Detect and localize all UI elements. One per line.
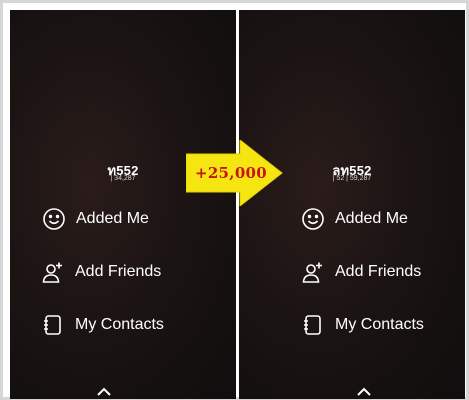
chevron-up-icon[interactable] — [356, 387, 372, 397]
score-increase-label: +25,000 — [194, 164, 268, 182]
add-friend-icon — [301, 260, 325, 284]
comparison-frame: ท552 | 34,287 Added Me Add Friends My Co… — [0, 0, 469, 400]
my-contacts-item[interactable]: My Contacts — [41, 312, 164, 338]
my-contacts-label: My Contacts — [75, 316, 164, 333]
added-me-item[interactable]: Added Me — [42, 206, 149, 232]
my-contacts-label: My Contacts — [335, 316, 424, 333]
my-contacts-item[interactable]: My Contacts — [301, 312, 424, 338]
added-me-label: Added Me — [335, 210, 408, 227]
add-friends-item[interactable]: Add Friends — [301, 259, 421, 285]
add-friends-label: Add Friends — [75, 263, 162, 280]
smiley-icon — [301, 207, 325, 231]
add-friends-item[interactable]: Add Friends — [41, 259, 161, 285]
contacts-book-icon — [41, 313, 65, 337]
add-friend-icon — [41, 260, 65, 284]
score-increase-arrow: +25,000 — [186, 140, 284, 206]
add-friends-label: Add Friends — [335, 263, 422, 280]
added-me-label: Added Me — [76, 210, 149, 227]
added-me-item[interactable]: Added Me — [301, 206, 408, 232]
contacts-book-icon — [301, 313, 325, 337]
smiley-icon — [42, 207, 66, 231]
chevron-up-icon[interactable] — [96, 387, 112, 397]
